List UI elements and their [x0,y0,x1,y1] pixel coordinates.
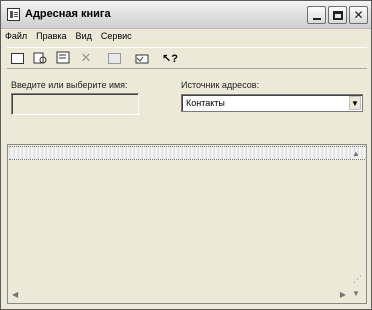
source-label: Источник адресов: [181,80,260,90]
title-bar[interactable]: Адресная книга ✕ [1,1,371,29]
properties-icon [56,51,70,64]
delete-icon: ✕ [80,50,92,65]
help-icon: ↖? [162,52,178,65]
new-contact-icon [10,52,24,64]
window-title: Адресная книга [25,8,111,20]
menu-file[interactable]: Файл [5,31,27,43]
address-book-icon [7,8,20,21]
print-icon [107,52,121,64]
minimize-button[interactable] [307,6,326,24]
menu-bar: Файл Правка Вид Сервис [5,31,141,43]
find-icon [33,52,47,64]
menu-view[interactable]: Вид [76,31,92,43]
source-select[interactable]: Контакты ▼ [181,94,363,112]
find-button[interactable] [30,49,50,67]
minimize-icon [312,18,321,20]
chevron-down-icon[interactable]: ▼ [349,96,361,110]
menu-service[interactable]: Сервис [101,31,132,43]
contacts-list[interactable]: ▲ ▼ ◀ ▶ ⋰ [7,144,367,304]
resize-grip-icon[interactable]: ⋰ [353,274,362,285]
list-header [9,146,365,160]
new-contact-button[interactable] [7,49,27,67]
properties-button[interactable] [53,49,73,67]
new-folder-icon [135,54,149,64]
scroll-up-icon[interactable]: ▲ [350,147,362,159]
toolbar: ✕ ↖? [7,47,367,69]
print-button[interactable] [104,49,124,67]
name-label: Введите или выберите имя: [11,80,128,90]
delete-button[interactable]: ✕ [76,49,96,67]
new-folder-button[interactable] [132,49,152,67]
maximize-button[interactable] [328,6,347,24]
maximize-icon [332,10,343,20]
name-input[interactable] [11,93,139,115]
close-icon: ✕ [353,8,364,22]
close-button[interactable]: ✕ [349,6,368,24]
menu-edit[interactable]: Правка [36,31,66,43]
address-book-window: Адресная книга ✕ Файл Правка Вид Сервис … [0,0,372,310]
scroll-down-icon[interactable]: ▼ [350,287,362,299]
scroll-left-icon[interactable]: ◀ [12,290,18,299]
source-selected-value: Контакты [186,98,225,108]
help-button[interactable]: ↖? [160,49,180,67]
scroll-right-icon[interactable]: ▶ [340,290,346,299]
